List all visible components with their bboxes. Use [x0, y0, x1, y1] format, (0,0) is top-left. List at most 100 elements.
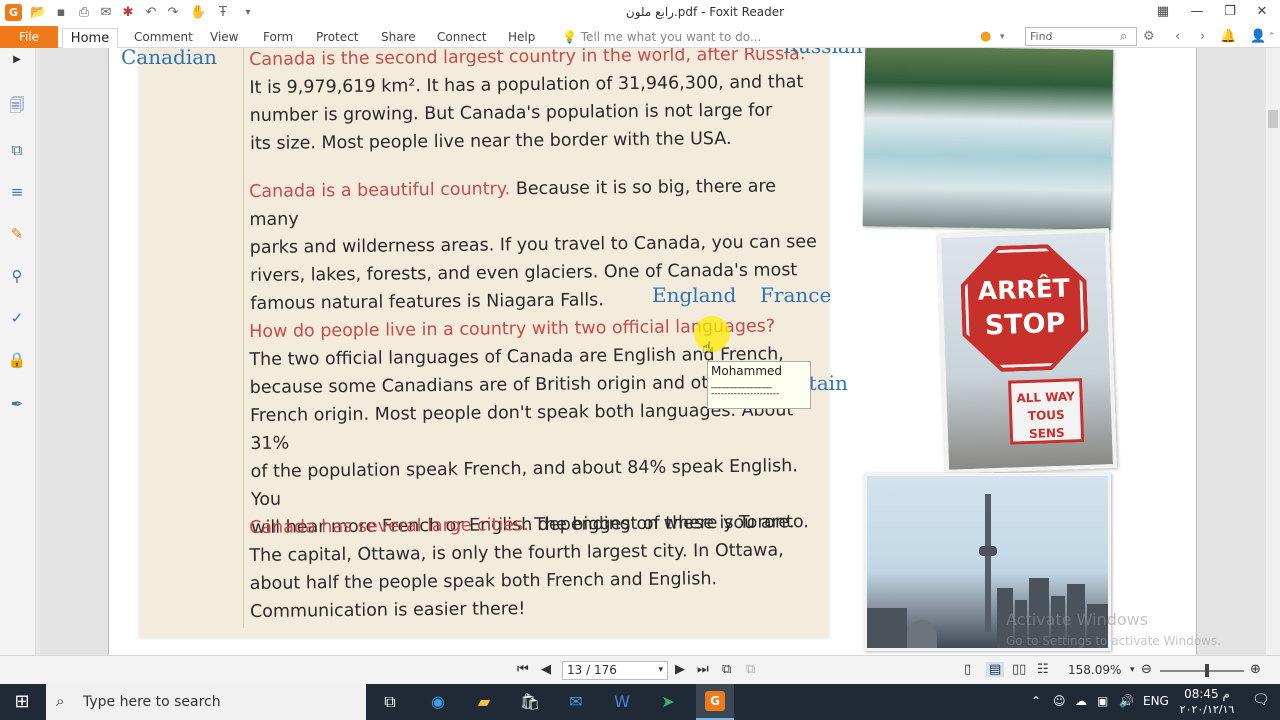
tab-file[interactable]: File — [0, 26, 58, 48]
annotation-canadian[interactable]: Canadian — [121, 48, 217, 69]
stop-sign-photo: ARRÊT STOP ALL WAY TOUS SENS — [936, 228, 1118, 474]
notification-bell-icon[interactable]: 🔔 — [1220, 29, 1236, 44]
action-center-icon[interactable]: 🗨 — [1252, 692, 1270, 708]
stop-sign-octagon: ARRÊT STOP — [959, 243, 1089, 373]
pages-thumbnails-icon[interactable]: ⧉ — [7, 140, 27, 160]
attachments-icon[interactable]: ⚲ — [7, 266, 27, 286]
window-title: رابع ملون.pdf - Foxit Reader — [625, 5, 785, 19]
last-page-icon[interactable]: ⏭ — [697, 662, 709, 677]
bookmarks-icon[interactable]: 🗐 — [7, 95, 27, 115]
tab-connect[interactable]: Connect — [437, 26, 487, 48]
annotation-england[interactable]: England — [652, 283, 736, 307]
facing-page-icon[interactable]: ▯▯ — [1012, 662, 1026, 677]
word-icon[interactable]: W — [608, 689, 636, 715]
tab-share[interactable]: Share — [381, 26, 416, 48]
comment-bubble-icon[interactable]: ● — [980, 29, 991, 44]
all-way-sign: ALL WAY TOUS SENS — [1008, 378, 1085, 445]
taskbar-search-text: Type here to search — [83, 694, 221, 710]
paragraph-cities: Canada has several large cities. The big… — [249, 508, 810, 626]
forward-arrow-icon[interactable]: › — [1200, 29, 1205, 44]
zoom-dropdown-icon[interactable]: ▾ — [1130, 665, 1135, 675]
network-icon[interactable]: ▣ — [1097, 694, 1108, 708]
app-arrow-icon[interactable]: ➤ — [654, 689, 682, 715]
document-canvas[interactable]: Canada is the second largest country in … — [40, 48, 1266, 655]
tab-form[interactable]: Form — [263, 26, 293, 48]
show-hidden-icons-icon[interactable]: ⌃ — [1031, 694, 1041, 708]
layers-icon[interactable]: ≡ — [7, 182, 27, 202]
cn-tower — [985, 494, 991, 632]
scrollbar-thumb[interactable] — [1268, 110, 1278, 128]
security-lock-icon[interactable]: 🔒 — [7, 350, 27, 370]
signatures-icon[interactable]: ✓ — [7, 308, 27, 328]
settings-gear-icon[interactable]: ⚙ — [1143, 29, 1155, 44]
previous-view-icon[interactable]: ⧉ — [722, 662, 731, 677]
continuous-facing-icon[interactable]: ☷ — [1037, 662, 1049, 677]
expand-panel-icon[interactable]: ▶ — [7, 50, 27, 70]
search-icon: ⌕ — [56, 692, 65, 710]
tools-icon[interactable]: ✒ — [7, 394, 27, 414]
page-number-input[interactable]: 13 / 176 ▾ — [562, 661, 668, 680]
edge-browser-icon[interactable]: ◉ — [424, 689, 452, 715]
zoom-out-icon[interactable]: ⊖ — [1141, 662, 1152, 677]
close-button[interactable]: ✕ — [1247, 2, 1277, 22]
taskbar-search-box[interactable]: ⌕ Type here to search — [46, 684, 366, 720]
file-explorer-icon[interactable]: ▰ — [470, 689, 498, 715]
niagara-falls-photo — [862, 48, 1114, 230]
all-way-text: ALL WAY — [1016, 389, 1075, 406]
paragraph-heading: Canada is a beautiful country. — [249, 179, 511, 202]
vertical-scrollbar[interactable] — [1266, 48, 1280, 655]
maximize-button[interactable]: ❐ — [1215, 2, 1245, 22]
note-popup[interactable]: Mohammed _______________ ---------------… — [707, 361, 811, 409]
tous-sens-text: TOUS SENS — [1027, 407, 1065, 441]
people-icon[interactable]: ☺ — [1053, 694, 1066, 708]
foxit-taskbar-button[interactable]: G — [696, 684, 734, 720]
zoom-slider-thumb[interactable] — [1205, 664, 1209, 677]
ribbon-layout-icon[interactable]: ▦ — [1148, 2, 1178, 22]
clock-time[interactable]: 08:45 م — [1177, 687, 1237, 701]
windows-start-icon[interactable]: ⊞ — [0, 684, 44, 720]
tab-comment[interactable]: Comment — [134, 26, 193, 48]
cursor-highlight — [694, 316, 730, 352]
next-page-icon[interactable]: ▶ — [675, 662, 685, 677]
volume-icon[interactable]: 🔊 — [1119, 694, 1134, 708]
clock-date[interactable]: ٢٠٢٠/١٢/١٦ — [1172, 703, 1242, 716]
single-page-icon[interactable]: ▯ — [964, 662, 971, 677]
back-arrow-icon[interactable]: ‹ — [1175, 29, 1180, 44]
zoom-slider[interactable] — [1160, 670, 1244, 672]
mail-icon[interactable]: ✉ — [562, 689, 590, 715]
cloud-icon[interactable]: ☁ — [1075, 694, 1087, 708]
previous-page-icon[interactable]: ◀ — [541, 662, 551, 677]
annotation-russian[interactable]: Russian — [783, 48, 863, 58]
note-author: Mohammed — [711, 364, 783, 378]
note-line: _______________ — [711, 378, 772, 389]
chevron-down-icon[interactable]: ▾ — [1000, 32, 1005, 42]
stop-sign-english: STOP — [984, 307, 1066, 342]
search-icon[interactable]: ⌕ — [1120, 29, 1127, 44]
text-line: Communication is easier there! — [249, 599, 526, 622]
stop-sign-french: ARRÊT — [977, 273, 1071, 306]
first-page-icon[interactable]: ⏮ — [517, 662, 529, 677]
zoom-in-icon[interactable]: ⊕ — [1250, 662, 1261, 677]
paragraph-beauty: Canada is a beautiful country. Because i… — [249, 172, 830, 318]
store-icon[interactable]: 🛍 — [516, 689, 544, 715]
tell-me-box[interactable]: 💡 Tell me what you want to do... — [562, 26, 761, 48]
zoom-level[interactable]: 158.09% — [1068, 663, 1121, 677]
minimize-button[interactable]: — — [1182, 2, 1212, 22]
tab-help[interactable]: Help — [508, 26, 535, 48]
ribbon-expand-icon[interactable]: ⌃ — [1268, 32, 1276, 42]
activate-windows-subtitle: Go to Settings to activate Windows. — [1006, 634, 1221, 648]
hand-cursor-icon: ☝ — [702, 338, 712, 357]
account-icon[interactable]: 👤 — [1250, 29, 1266, 44]
next-view-icon[interactable]: ⧉ — [746, 662, 755, 677]
language-indicator[interactable]: ENG — [1143, 694, 1169, 708]
comments-icon[interactable]: ✎ — [7, 224, 27, 244]
continuous-page-icon[interactable]: ▤ — [986, 662, 1005, 677]
annotation-france[interactable]: France — [760, 283, 831, 307]
tab-home[interactable]: Home — [62, 28, 118, 49]
chevron-down-icon: ▾ — [658, 665, 663, 675]
tab-protect[interactable]: Protect — [316, 26, 358, 48]
tab-view[interactable]: View — [210, 26, 238, 48]
task-view-icon[interactable]: ⧉ — [376, 689, 404, 715]
paragraph-size: Canada is the second largest country in … — [249, 48, 806, 158]
lightbulb-icon: 💡 — [562, 30, 581, 44]
